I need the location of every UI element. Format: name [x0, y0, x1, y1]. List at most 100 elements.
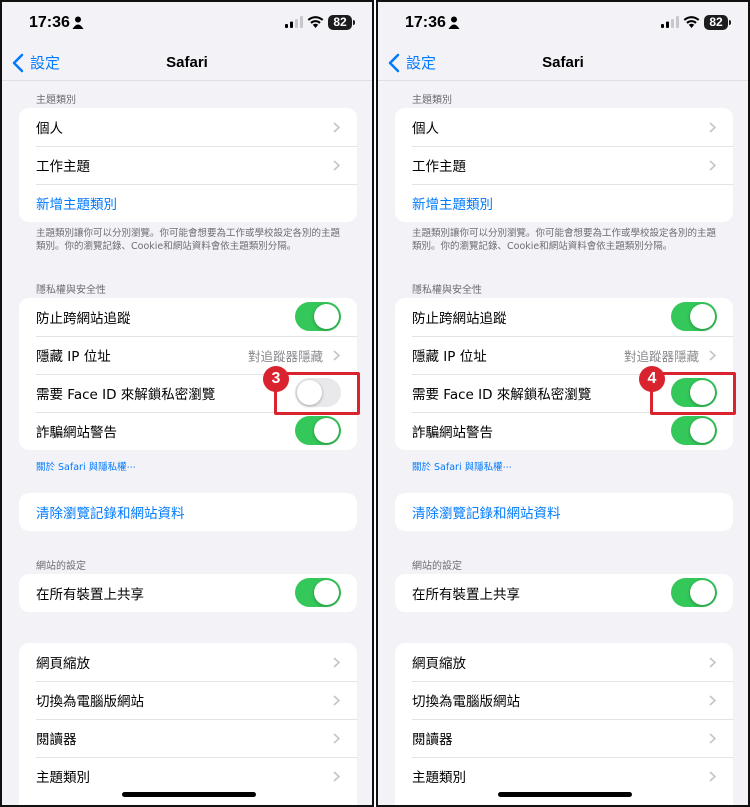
- row-label: 閱讀器: [412, 732, 453, 748]
- wifi-icon: [683, 16, 700, 28]
- share-across-devices-row: 在所有裝置上共享: [395, 574, 733, 612]
- chevron-right-icon: [333, 350, 340, 361]
- website-settings-card: 在所有裝置上共享: [19, 574, 357, 612]
- profiles-header: 主題類別: [412, 95, 452, 106]
- status-bar: 17:36 82: [378, 10, 748, 36]
- page-zoom-row[interactable]: 網頁縮放: [395, 643, 733, 681]
- phone-screen-step-3: 17:36 82 設定 Safari 主題類別 個人 工作主題 新增主題類別 主…: [0, 0, 374, 807]
- phone-screen-step-4: 17:36 82 設定 Safari 主題類別 個人 工作主題 新增主題類別 主…: [376, 0, 750, 807]
- clear-history-label: 清除瀏覽記錄和網站資料: [36, 506, 185, 522]
- home-indicator: [498, 792, 632, 797]
- about-privacy-link[interactable]: 關於 Safari 與隱私權⋯: [36, 459, 136, 473]
- row-label: 切換為電腦版網站: [36, 694, 144, 710]
- chevron-right-icon: [333, 695, 340, 706]
- hide-ip-value: 對追蹤器隱藏: [247, 348, 323, 364]
- chevron-right-icon: [709, 771, 716, 782]
- profiles-card: 個人 工作主題 新增主題類別: [395, 108, 733, 222]
- add-profile-label: 新增主題類別: [36, 197, 117, 213]
- row-label: 詐騙網站警告: [412, 425, 493, 441]
- more-settings-card: 網頁縮放 切換為電腦版網站 閱讀器 主題類別: [395, 643, 733, 805]
- row-label: 工作主題: [36, 159, 90, 175]
- share-across-devices-toggle[interactable]: [671, 578, 717, 607]
- page-zoom-row[interactable]: 網頁縮放: [19, 643, 357, 681]
- hide-ip-row[interactable]: 隱藏 IP 位址 對追蹤器隱藏: [19, 336, 357, 374]
- clear-history-button[interactable]: 清除瀏覽記錄和網站資料: [19, 493, 357, 531]
- reader-row[interactable]: 閱讀器: [395, 719, 733, 757]
- website-settings-header: 網站的設定: [412, 561, 462, 572]
- clear-history-button[interactable]: 清除瀏覽記錄和網站資料: [395, 493, 733, 531]
- desktop-site-row[interactable]: 切換為電腦版網站: [19, 681, 357, 719]
- wifi-icon: [307, 16, 324, 28]
- share-across-devices-row: 在所有裝置上共享: [19, 574, 357, 612]
- cellular-signal-icon: [661, 16, 679, 28]
- hide-ip-value: 對追蹤器隱藏: [623, 348, 699, 364]
- clear-history-label: 清除瀏覽記錄和網站資料: [412, 506, 561, 522]
- profile-row-personal[interactable]: 個人: [395, 108, 733, 146]
- row-label: 在所有裝置上共享: [36, 587, 144, 603]
- nav-divider: [378, 80, 748, 81]
- profiles-header: 主題類別: [36, 95, 76, 106]
- row-label: 網頁縮放: [412, 656, 466, 672]
- row-label: 網頁縮放: [36, 656, 90, 672]
- chevron-right-icon: [709, 657, 716, 668]
- profile-row-work[interactable]: 工作主題: [395, 146, 733, 184]
- chevron-right-icon: [709, 122, 716, 133]
- row-label: 切換為電腦版網站: [412, 694, 520, 710]
- row-label: 需要 Face ID 來解鎖私密瀏覽: [36, 387, 216, 403]
- prevent-tracking-row: 防止跨網站追蹤: [19, 298, 357, 336]
- home-indicator: [122, 792, 256, 797]
- hide-ip-row[interactable]: 隱藏 IP 位址 對追蹤器隱藏: [395, 336, 733, 374]
- cellular-signal-icon: [285, 16, 303, 28]
- prevent-tracking-row: 防止跨網站追蹤: [395, 298, 733, 336]
- add-profile-button[interactable]: 新增主題類別: [395, 184, 733, 222]
- reader-row[interactable]: 閱讀器: [19, 719, 357, 757]
- row-label: 詐騙網站警告: [36, 425, 117, 441]
- profiles-footnote: 主題類別讓你可以分別瀏覽。你可能會想要為工作或學校設定各別的主題類別。你的瀏覽記…: [36, 228, 341, 252]
- clock: 17:36: [29, 14, 70, 31]
- person-icon: [72, 16, 84, 29]
- page-title: Safari: [542, 54, 584, 71]
- row-label: 需要 Face ID 來解鎖私密瀏覽: [412, 387, 592, 403]
- prevent-tracking-toggle[interactable]: [671, 302, 717, 331]
- row-label: 閱讀器: [36, 732, 77, 748]
- profiles-footnote: 主題類別讓你可以分別瀏覽。你可能會想要為工作或學校設定各別的主題類別。你的瀏覽記…: [412, 228, 717, 252]
- chevron-right-icon: [709, 695, 716, 706]
- row-label: 在所有裝置上共享: [412, 587, 520, 603]
- website-settings-card: 在所有裝置上共享: [395, 574, 733, 612]
- person-icon: [448, 16, 460, 29]
- row-label: 工作主題: [412, 159, 466, 175]
- row-label: 隱藏 IP 位址: [36, 349, 111, 365]
- status-bar: 17:36 82: [2, 10, 372, 36]
- chevron-right-icon: [333, 160, 340, 171]
- row-label: 主題類別: [36, 770, 90, 786]
- fraud-warning-toggle[interactable]: [671, 416, 717, 445]
- fraud-warning-toggle[interactable]: [295, 416, 341, 445]
- fraud-warning-row: 詐騙網站警告: [395, 412, 733, 450]
- prevent-tracking-toggle[interactable]: [295, 302, 341, 331]
- about-privacy-link[interactable]: 關於 Safari 與隱私權⋯: [412, 459, 512, 473]
- desktop-site-row[interactable]: 切換為電腦版網站: [395, 681, 733, 719]
- chevron-right-icon: [333, 733, 340, 744]
- step-badge: 4: [639, 366, 665, 392]
- clock: 17:36: [405, 14, 446, 31]
- privacy-header: 隱私權與安全性: [412, 285, 482, 296]
- row-label: 個人: [412, 121, 439, 137]
- battery-indicator: 82: [328, 15, 355, 30]
- row-label: 主題類別: [412, 770, 466, 786]
- chevron-right-icon: [333, 657, 340, 668]
- chevron-right-icon: [333, 122, 340, 133]
- profile-row-work[interactable]: 工作主題: [19, 146, 357, 184]
- navigation-bar: 設定 Safari: [2, 46, 372, 80]
- share-across-devices-toggle[interactable]: [295, 578, 341, 607]
- row-label: 防止跨網站追蹤: [412, 311, 507, 327]
- row-label: 個人: [36, 121, 63, 137]
- profiles-card: 個人 工作主題 新增主題類別: [19, 108, 357, 222]
- profile-row-personal[interactable]: 個人: [19, 108, 357, 146]
- add-profile-label: 新增主題類別: [412, 197, 493, 213]
- profiles-row[interactable]: 主題類別: [19, 757, 357, 795]
- page-title: Safari: [166, 54, 208, 71]
- add-profile-button[interactable]: 新增主題類別: [19, 184, 357, 222]
- profiles-row[interactable]: 主題類別: [395, 757, 733, 795]
- battery-indicator: 82: [704, 15, 731, 30]
- row-label: 隱藏 IP 位址: [412, 349, 487, 365]
